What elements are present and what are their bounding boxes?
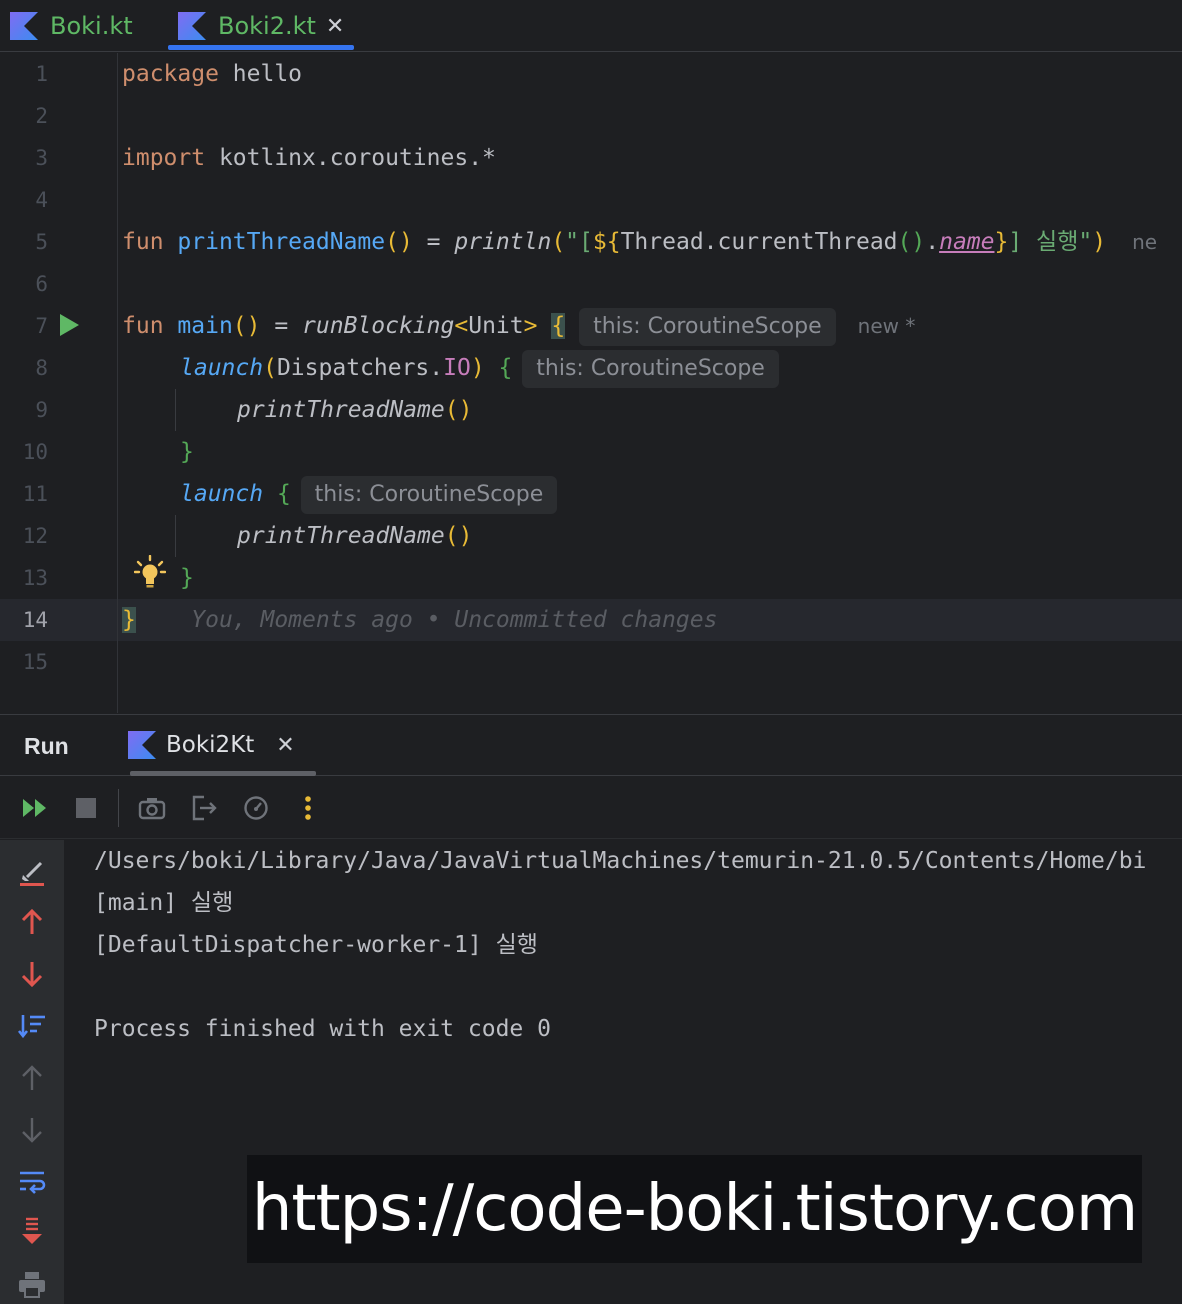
author-hint: new *: [857, 314, 916, 338]
printer-icon: [19, 1272, 45, 1298]
active-tab-indicator: [168, 45, 354, 50]
line-number: 2: [35, 104, 48, 128]
arrow-up-icon: [21, 908, 43, 934]
code-editor[interactable]: 1 2 3 4 5 6 7 8 9 10 11 12 13 14 15 pack…: [0, 53, 1182, 713]
camera-icon: [138, 798, 166, 820]
arrow-down-icon: [21, 962, 43, 988]
gauge-icon: [244, 796, 268, 820]
profiler-button[interactable]: [241, 793, 271, 823]
exit-button[interactable]: [189, 793, 219, 823]
line-number: 3: [35, 146, 48, 170]
run-tab-boki2kt[interactable]: Boki2Kt ✕: [128, 731, 295, 759]
gutter-divider: [117, 53, 118, 713]
run-tool-window-header: Run Boki2Kt ✕: [0, 714, 1182, 776]
console-line: Process finished with exit code 0: [94, 1016, 551, 1042]
previous-occurrence-button[interactable]: [16, 906, 48, 938]
code-line-13: }: [180, 565, 194, 591]
more-actions-button[interactable]: [293, 793, 323, 823]
run-panel-title: Run: [24, 733, 69, 759]
code-line-7: fun main() = runBlocking<Unit> { this: C…: [122, 305, 915, 347]
more-vertical-icon: [305, 796, 311, 820]
clear-all-icon: [20, 861, 44, 886]
code-line-10: }: [180, 439, 194, 465]
code-line-8: launch(Dispatchers.IO) { this: Coroutine…: [180, 347, 779, 389]
indent-guide: [175, 515, 176, 557]
kotlin-file-icon: [10, 12, 38, 40]
tab-label: Boki2.kt: [218, 12, 316, 40]
code-line-11: launch { this: CoroutineScope: [180, 473, 558, 515]
scroll-to-end-button[interactable]: [16, 1216, 48, 1248]
code-line-9: printThreadName(): [237, 397, 473, 423]
console-line: /Users/boki/Library/Java/JavaVirtualMach…: [94, 848, 1147, 874]
kotlin-run-config-icon: [128, 731, 156, 759]
kotlin-file-icon: [178, 12, 206, 40]
stop-icon: [76, 798, 96, 818]
scroll-down-button[interactable]: [16, 1114, 48, 1146]
code-line-14: } You, Moments ago • Uncommitted changes: [122, 607, 718, 633]
line-number: 4: [35, 188, 48, 212]
line-number-current: 14: [22, 608, 48, 632]
git-blame-annotation: You, Moments ago • Uncommitted changes: [191, 607, 718, 633]
scroll-to-end-icon: [22, 1217, 42, 1244]
next-occurrence-button[interactable]: [16, 958, 48, 990]
code-line-12: printThreadName(): [237, 523, 473, 549]
editor-tab-bar: Boki.kt Boki2.kt ✕: [0, 0, 1182, 52]
line-number: 8: [35, 356, 48, 380]
lightbulb-icon[interactable]: [134, 555, 166, 589]
line-number: 11: [22, 482, 48, 506]
line-number: 15: [22, 650, 48, 674]
line-number: 5: [35, 230, 48, 254]
code-line-1: package hello: [122, 61, 303, 87]
watermark-banner: https://code-boki.tistory.com: [247, 1155, 1142, 1263]
active-run-tab-indicator: [130, 771, 316, 776]
line-number: 7: [35, 314, 48, 338]
console-line: [DefaultDispatcher-worker-1] 실행: [94, 932, 538, 958]
dump-threads-button[interactable]: [137, 793, 167, 823]
tab-boki-kt[interactable]: Boki.kt: [10, 0, 133, 52]
arrow-up-icon: [22, 1065, 42, 1090]
code-line-3: import kotlinx.coroutines.*: [122, 145, 496, 171]
toolbar-separator: [118, 789, 119, 827]
line-number: 6: [35, 272, 48, 296]
arrow-down-icon: [22, 1118, 42, 1143]
line-number: 12: [22, 524, 48, 548]
line-number: 13: [22, 566, 48, 590]
run-toolbar: [0, 777, 1182, 839]
inlay-hint: this: CoroutineScope: [579, 307, 836, 346]
clear-console-button[interactable]: [16, 856, 48, 888]
console-side-toolbar: [0, 840, 64, 1304]
code-line-5: fun printThreadName() = println("[${Thre…: [122, 229, 1158, 255]
sort-icon: [17, 1015, 45, 1039]
tab-label: Boki.kt: [50, 12, 133, 40]
inlay-hint: this: CoroutineScope: [522, 349, 779, 388]
scroll-up-button[interactable]: [16, 1062, 48, 1094]
soft-wrap-button[interactable]: [16, 1166, 48, 1198]
line-number: 1: [35, 62, 48, 86]
console-line: [main] 실행: [94, 890, 234, 916]
watermark-text: https://code-boki.tistory.com: [251, 1172, 1138, 1246]
stop-button[interactable]: [71, 793, 101, 823]
exit-icon: [192, 795, 217, 821]
run-tab-label: Boki2Kt: [166, 732, 255, 758]
close-icon[interactable]: ✕: [276, 733, 294, 758]
inlay-hint: this: CoroutineScope: [300, 475, 558, 514]
indent-guide: [175, 389, 176, 431]
line-number: 10: [22, 440, 48, 464]
run-play-icon[interactable]: [58, 313, 80, 337]
close-icon[interactable]: ✕: [326, 14, 344, 39]
rerun-icon: [23, 799, 46, 817]
soft-wrap-icon: [20, 1171, 46, 1194]
sort-button[interactable]: [16, 1010, 48, 1042]
rerun-button[interactable]: [20, 793, 50, 823]
print-button[interactable]: [16, 1268, 48, 1300]
line-number: 9: [35, 398, 48, 422]
